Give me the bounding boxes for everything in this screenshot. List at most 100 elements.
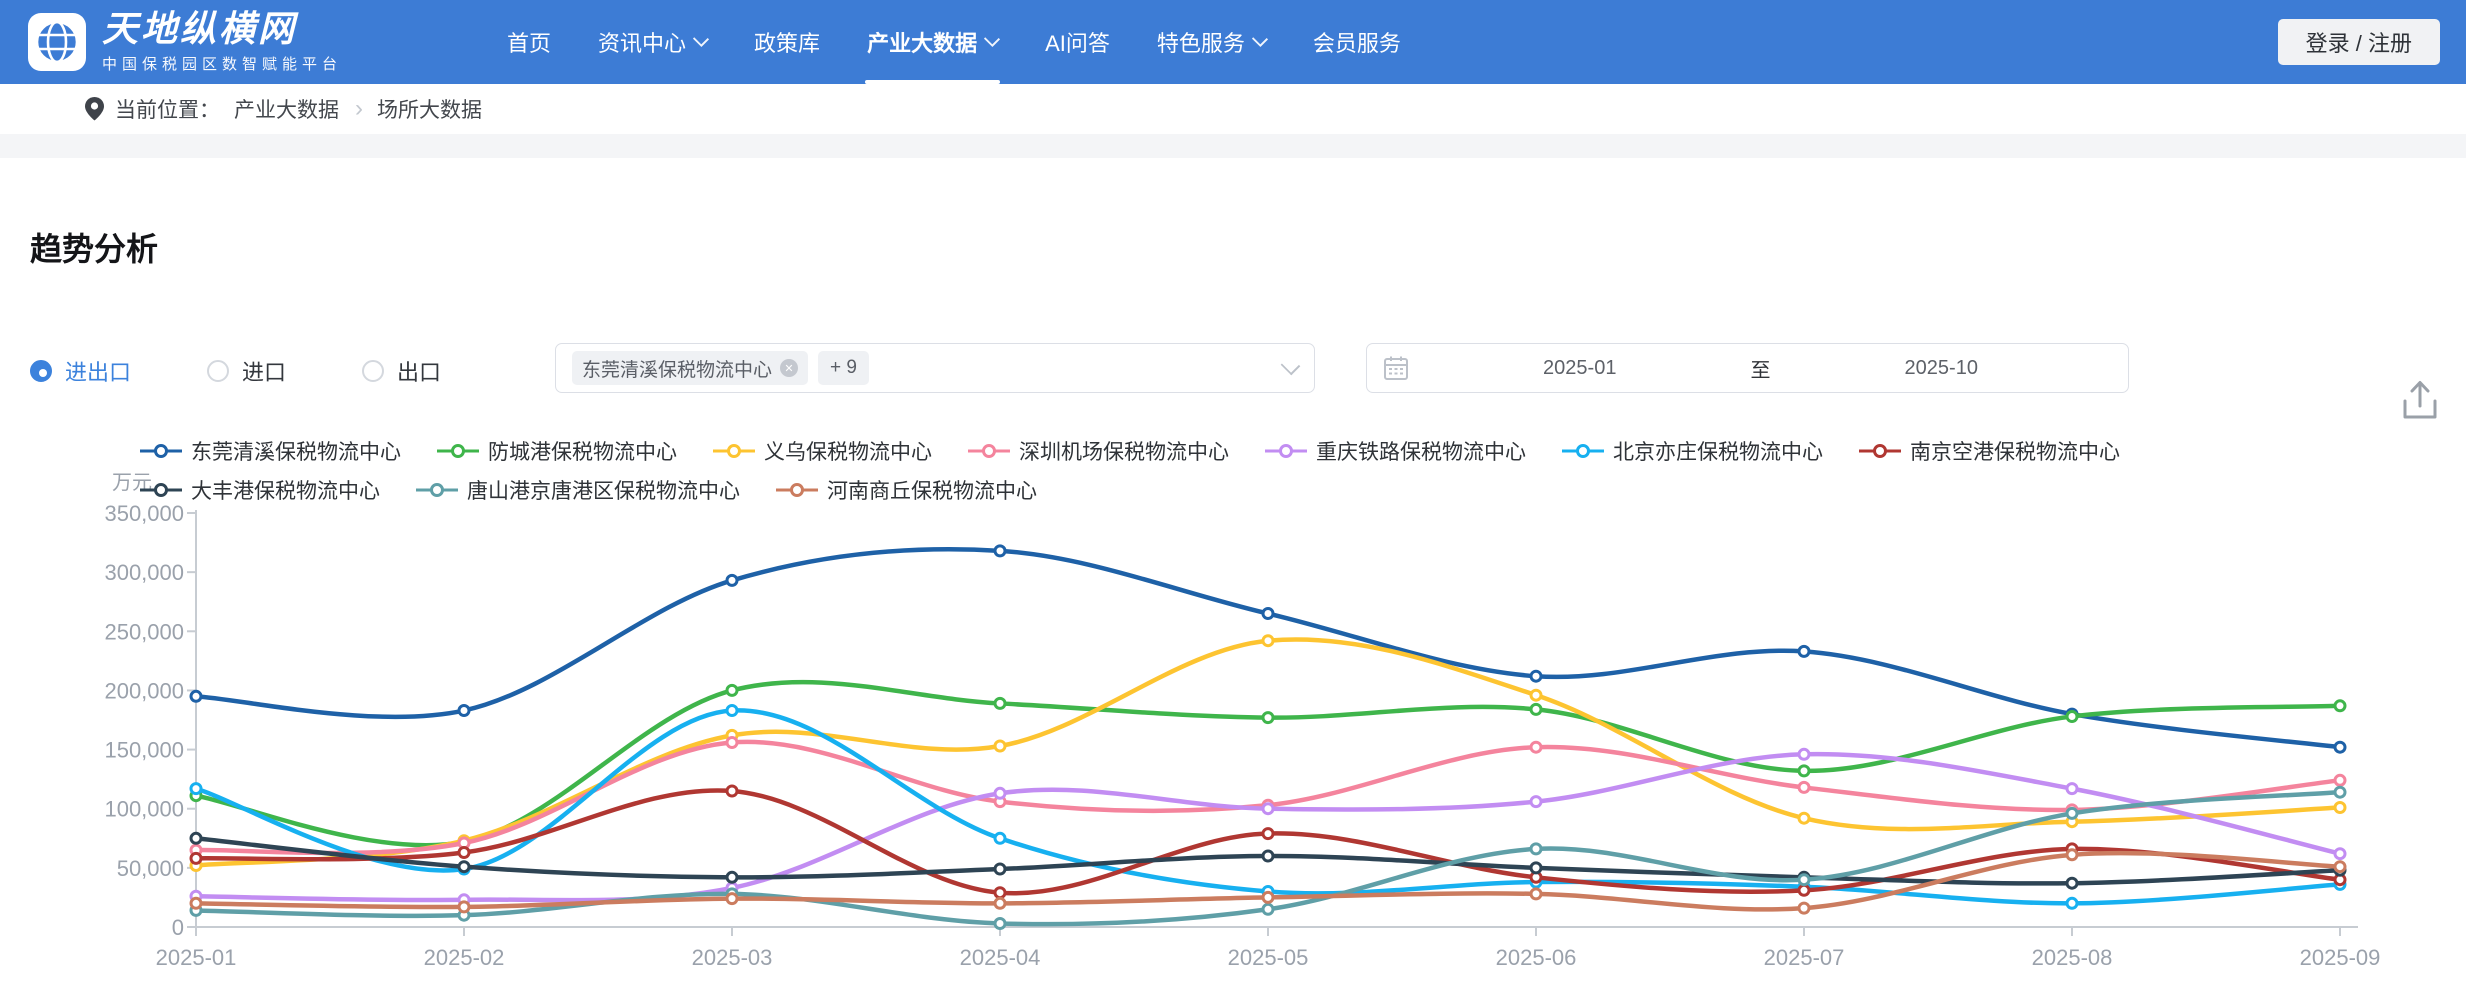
data-point-marker[interactable] [993,917,1007,930]
export-button[interactable] [2396,376,2444,426]
data-point-marker[interactable] [1261,849,1275,863]
data-point-marker[interactable] [1797,747,1811,761]
date-range-picker[interactable]: 2025-01 至 2025-10 [1366,343,2129,393]
data-point-marker[interactable] [1797,644,1811,658]
data-point-marker[interactable] [725,784,739,798]
radio-export[interactable]: 出口 [362,355,441,387]
data-point-marker[interactable] [2333,740,2347,754]
date-end-value[interactable]: 2025-10 [1771,357,2113,380]
nav-item-news-center[interactable]: 资讯中心 [598,0,710,84]
data-point-marker[interactable] [189,689,203,703]
data-point-marker[interactable] [1529,740,1543,754]
nav-item-industry-big-data[interactable]: 产业大数据 [865,0,1001,84]
data-point-marker[interactable] [1797,883,1811,897]
nav-item-member-services[interactable]: 会员服务 [1313,0,1401,84]
data-point-marker[interactable] [1261,890,1275,904]
data-point-marker[interactable] [2065,876,2079,890]
data-point-marker[interactable] [725,870,739,884]
legend-marker-icon [437,444,479,458]
data-point-marker[interactable] [725,683,739,697]
data-point-marker[interactable] [725,704,739,717]
nav-item-policy-library[interactable]: 政策库 [754,0,820,84]
data-point-marker[interactable] [2333,847,2347,861]
center-multiselect[interactable]: 东莞清溪保税物流中心 + 9 [555,343,1315,393]
data-point-marker[interactable] [725,736,739,749]
data-point-marker[interactable] [2333,785,2347,799]
breadcrumb-prefix: 当前位置： [115,99,220,122]
data-point-marker[interactable] [2065,848,2079,862]
data-point-marker[interactable] [1797,901,1811,915]
radio-import-export[interactable]: 进出口 [30,355,131,387]
data-point-marker[interactable] [2065,806,2079,820]
data-point-marker[interactable] [993,896,1007,910]
legend-marker-icon [713,444,755,458]
data-point-marker[interactable] [1797,811,1811,825]
data-point-marker[interactable] [993,739,1007,753]
data-point-marker[interactable] [993,862,1007,876]
breadcrumb-item-industry-data[interactable]: 产业大数据 [234,94,339,124]
data-point-marker[interactable] [2065,782,2079,796]
legend-item[interactable]: 深圳机场保税物流中心 [966,436,1229,466]
data-point-marker[interactable] [725,892,739,906]
site-logo[interactable]: 天地纵横网 中国保税园区数智赋能平台 [28,10,342,74]
legend-item[interactable]: 东莞清溪保税物流中心 [138,436,401,466]
data-point-marker[interactable] [2333,699,2347,713]
data-point-marker[interactable] [1797,873,1811,887]
data-point-marker[interactable] [725,573,739,587]
data-point-marker[interactable] [189,831,203,845]
data-point-marker[interactable] [189,782,203,796]
data-point-marker[interactable] [993,696,1007,710]
radio-import[interactable]: 进口 [207,355,286,387]
nav-item-home[interactable]: 首页 [507,0,551,84]
legend-item[interactable]: 大丰港保税物流中心 [138,475,380,505]
date-range-to-label: 至 [1750,359,1771,382]
data-point-marker[interactable] [457,704,471,717]
data-point-marker[interactable] [1261,634,1275,648]
data-point-marker[interactable] [1261,607,1275,620]
trend-chart-svg[interactable]: 0 50,000 100,000 150,000 200,000 250,000 300,0… [0,490,2466,994]
data-point-marker[interactable] [2065,896,2079,910]
data-point-marker[interactable] [1797,780,1811,794]
nav-item-featured-services[interactable]: 特色服务 [1157,0,1268,84]
legend-item[interactable]: 北京亦庄保税物流中心 [1560,436,1823,466]
nav-item-ai-qa[interactable]: AI问答 [1045,0,1110,84]
legend-item[interactable]: 唐山港京唐港区保税物流中心 [414,475,740,505]
legend-marker-icon [1265,444,1307,458]
data-point-marker[interactable] [1261,802,1275,816]
data-point-marker[interactable] [189,896,203,910]
data-point-marker[interactable] [1261,827,1275,841]
data-point-marker[interactable] [2333,801,2347,814]
login-register-button[interactable]: 登录 / 注册 [2277,19,2440,65]
breadcrumb-item-venue-data[interactable]: 场所大数据 [377,94,482,124]
data-point-marker[interactable] [1529,688,1543,702]
remove-tag-icon[interactable] [780,359,799,377]
data-point-marker[interactable] [993,786,1007,800]
data-point-marker[interactable] [1529,702,1543,716]
legend-item[interactable]: 南京空港保税物流中心 [1857,436,2120,466]
data-point-marker[interactable] [993,544,1007,558]
data-point-marker[interactable] [993,886,1007,900]
data-point-marker[interactable] [1529,842,1543,856]
data-point-marker[interactable] [2333,860,2347,874]
data-point-marker[interactable] [1529,887,1543,901]
legend-item[interactable]: 义乌保税物流中心 [711,436,932,466]
legend-marker-icon [140,483,182,497]
legend-item[interactable]: 防城港保税物流中心 [435,436,677,466]
data-point-marker[interactable] [1529,669,1543,683]
data-point-marker[interactable] [1797,764,1811,778]
legend-item[interactable]: 河南商丘保税物流中心 [774,475,1037,505]
data-point-marker[interactable] [457,900,471,914]
y-axis-tick-label: 50,000 [117,856,184,881]
data-point-marker[interactable] [189,851,203,865]
data-point-marker[interactable] [1529,861,1543,875]
data-point-marker[interactable] [1529,795,1543,809]
data-point-marker[interactable] [1261,902,1275,916]
data-point-marker[interactable] [457,860,471,874]
data-point-marker[interactable] [457,846,471,859]
data-point-marker[interactable] [2065,710,2079,723]
data-point-marker[interactable] [2333,773,2347,787]
date-start-value[interactable]: 2025-01 [1409,357,1751,380]
data-point-marker[interactable] [993,831,1007,845]
data-point-marker[interactable] [1261,711,1275,725]
legend-item[interactable]: 重庆铁路保税物流中心 [1263,436,1526,466]
